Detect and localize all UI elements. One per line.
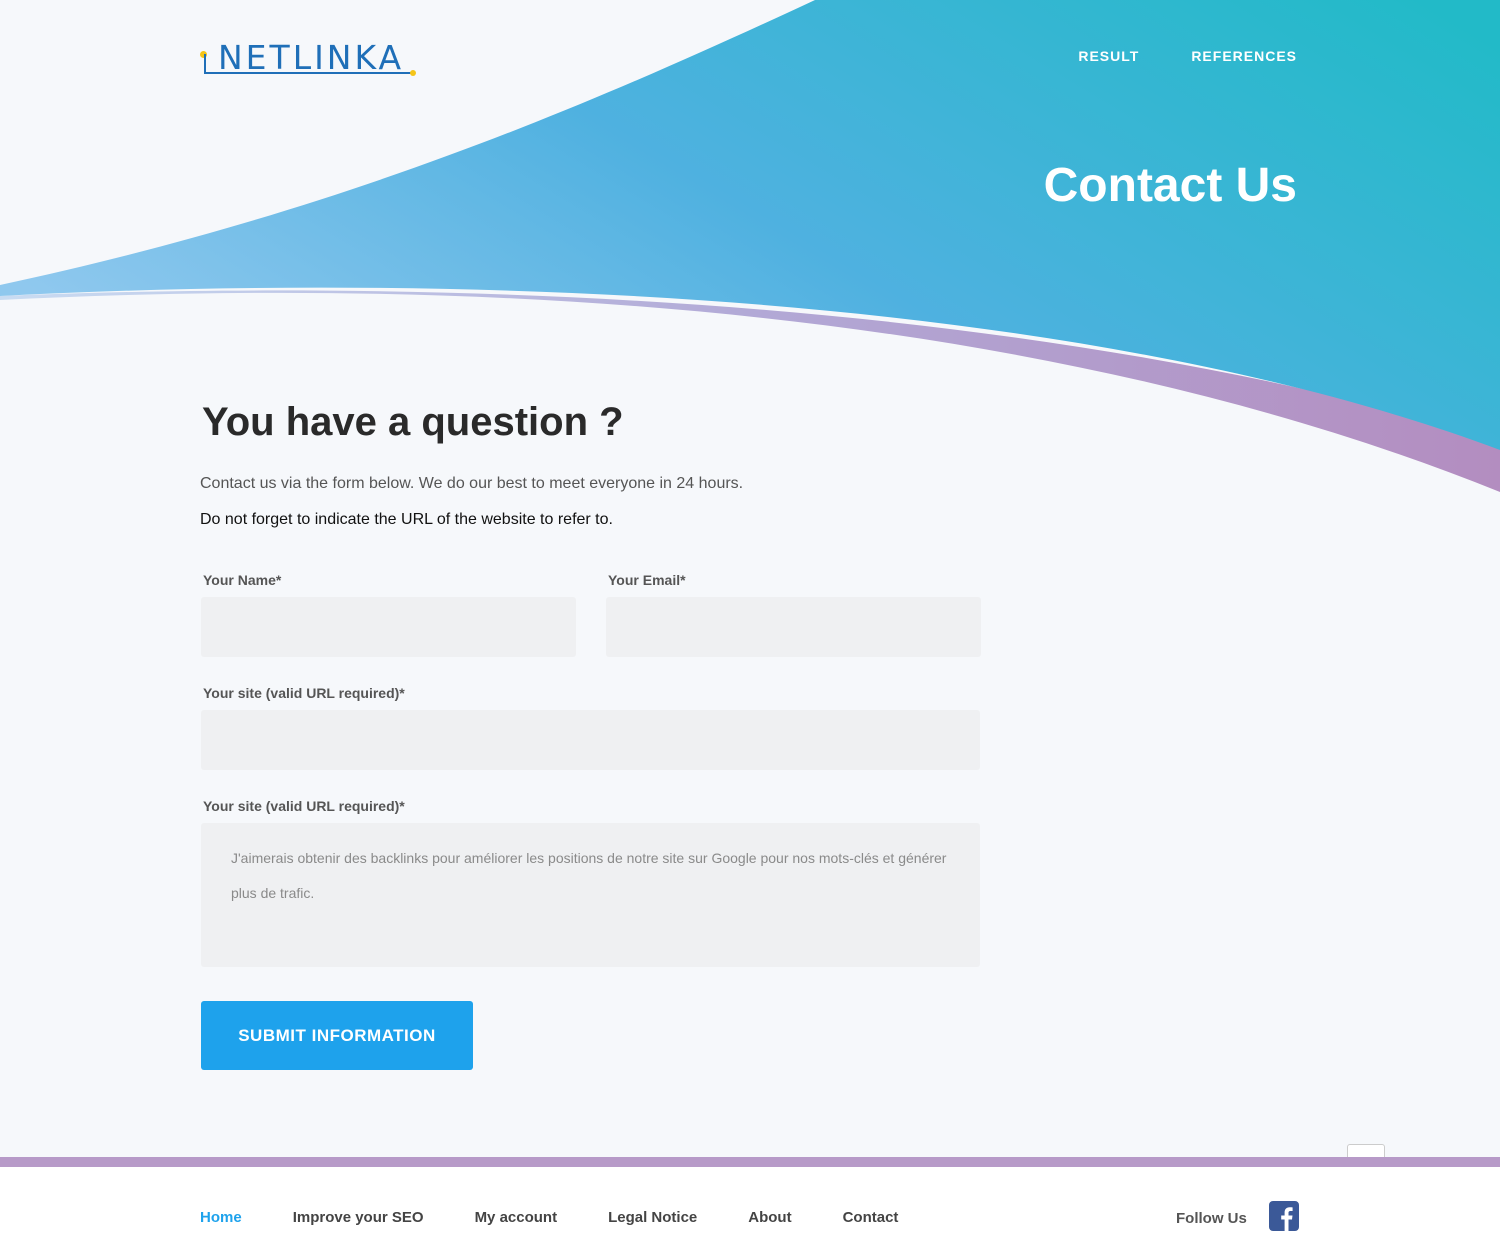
logo-line-vertical <box>204 54 206 73</box>
footer-link-legal-notice[interactable]: Legal Notice <box>608 1209 697 1226</box>
netlinka-logo[interactable]: NETLINKA <box>200 34 420 82</box>
footer-link-home[interactable]: Home <box>200 1209 242 1226</box>
nav-references[interactable]: REFERENCES <box>1191 48 1297 64</box>
email-input[interactable] <box>606 597 981 657</box>
top-nav: RESULT REFERENCES <box>1078 48 1297 64</box>
email-label: Your Email* <box>608 572 686 588</box>
follow-us-label: Follow Us <box>1176 1210 1247 1227</box>
footer-link-improve-seo[interactable]: Improve your SEO <box>293 1209 424 1226</box>
contact-section: You have a question ? Contact us via the… <box>200 400 1000 529</box>
message-textarea[interactable] <box>201 823 980 967</box>
logo-underline <box>204 72 414 74</box>
intro-text: Contact us via the form below. We do our… <box>200 475 744 492</box>
site-url-input[interactable] <box>201 710 980 770</box>
facebook-icon[interactable] <box>1269 1201 1299 1231</box>
facebook-f-glyph <box>1281 1207 1293 1231</box>
footer-link-about[interactable]: About <box>748 1209 791 1226</box>
page-title: Contact Us <box>1043 159 1297 212</box>
message-label: Your site (valid URL required)* <box>203 798 405 814</box>
footer-link-contact[interactable]: Contact <box>843 1209 899 1226</box>
submit-button[interactable]: SUBMIT INFORMATION <box>201 1001 473 1070</box>
footer-link-my-account[interactable]: My account <box>475 1209 558 1226</box>
name-label: Your Name* <box>203 572 282 588</box>
footer-nav: Home Improve your SEO My account Legal N… <box>200 1209 949 1226</box>
url-note: Do not forget to indicate the URL of the… <box>200 511 613 528</box>
question-heading: You have a question ? <box>202 400 624 444</box>
logo-dot-right <box>410 70 416 76</box>
nav-result[interactable]: RESULT <box>1078 48 1139 64</box>
name-input[interactable] <box>201 597 576 657</box>
site-label: Your site (valid URL required)* <box>203 685 405 701</box>
footer-divider <box>0 1157 1500 1167</box>
